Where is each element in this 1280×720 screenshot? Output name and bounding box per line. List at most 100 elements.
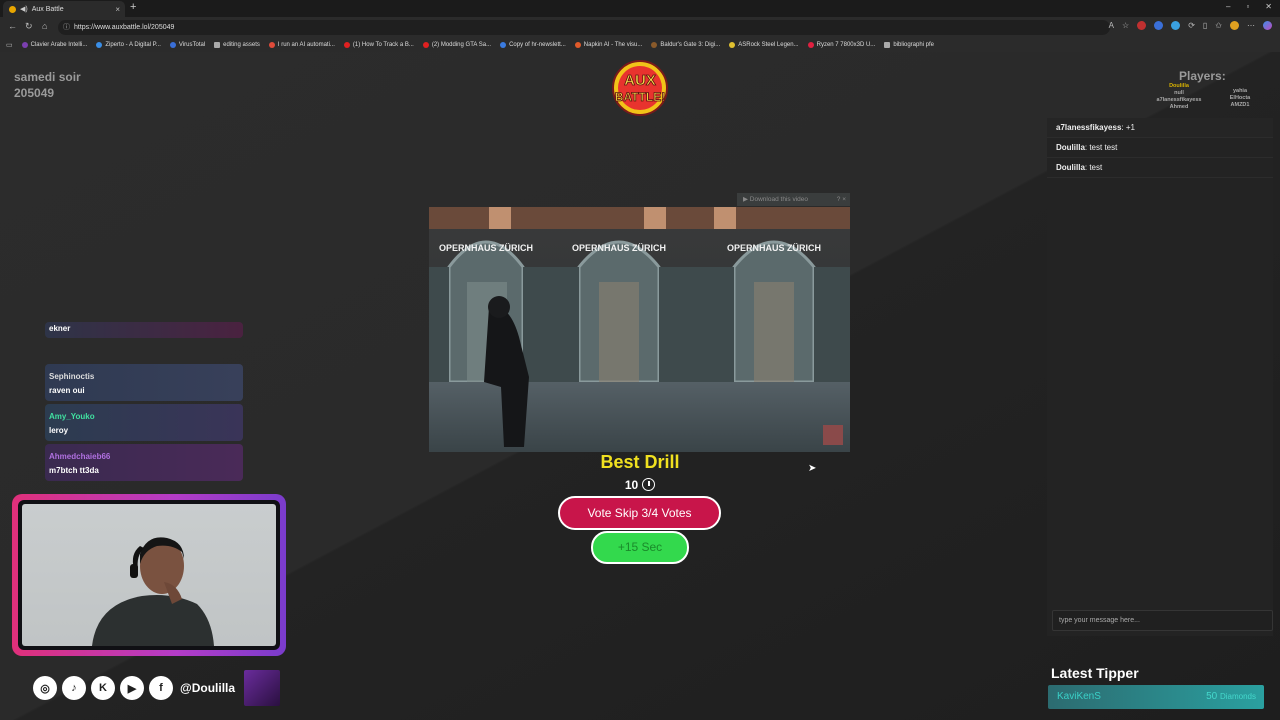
chat-message: Doulilla: test test (1047, 138, 1273, 158)
bookmark-item[interactable]: Ziperto - A Digital P... (96, 42, 161, 48)
browser-tab[interactable]: ◀) Aux Battle × (3, 1, 125, 17)
bookmark-item[interactable]: Clavier Arabe Intelli... (21, 42, 87, 48)
room-code: 205049 (14, 86, 55, 100)
bookmark-item[interactable]: I run an AI automati... (268, 42, 335, 48)
youtube-icon[interactable]: ▶ (120, 676, 144, 700)
bookmark-item[interactable]: VirusTotal (169, 42, 205, 48)
favorites-icon[interactable]: ✩ (1215, 21, 1222, 30)
video-sign-text: OPERNHAUS ZÜRICH (572, 243, 666, 253)
download-video-label[interactable]: ▶ Download this video (743, 196, 808, 203)
video-sign-text: OPERNHAUS ZÜRICH (439, 243, 533, 253)
video-player[interactable]: OPERNHAUS ZÜRICH OPERNHAUS ZÜRICH OPERNH… (429, 207, 850, 452)
site-info-icon[interactable]: ⓘ (63, 20, 70, 35)
new-tab-button[interactable]: + (130, 1, 136, 13)
overlay-chat-text: raven oui (49, 386, 85, 395)
download-bar-close-icon[interactable]: ? × (837, 193, 846, 206)
logo-text-battle: BATTLE! (615, 90, 665, 104)
vote-skip-button[interactable]: Vote Skip 3/4 Votes (558, 496, 721, 530)
player-name: a7lanessfikayess (1156, 97, 1202, 103)
chat-username: a7lanessfikayess (1056, 123, 1122, 132)
tab-close-button[interactable]: × (115, 5, 120, 14)
latest-tipper-title: Latest Tipper (1051, 665, 1139, 681)
window-controls: – ▫ ✕ (1226, 2, 1272, 11)
channel-avatar (244, 670, 281, 706)
copilot-icon[interactable] (1263, 21, 1272, 30)
round-category: Best Drill (600, 452, 680, 472)
site-favicon-icon (9, 5, 16, 13)
speaker-icon[interactable]: ◀) (20, 5, 28, 13)
extension-icon[interactable] (1137, 21, 1147, 30)
chat-text: : +1 (1121, 123, 1135, 132)
player-name: Ahmed (1169, 104, 1189, 110)
player-name: AMZD1 (1230, 102, 1250, 108)
overlay-chat-card: Sephinoctis raven oui (45, 364, 243, 401)
add-time-button[interactable]: +15 Sec (591, 531, 689, 564)
close-window-button[interactable]: ✕ (1265, 2, 1272, 11)
back-arrow-icon[interactable]: ← (8, 21, 17, 31)
read-aloud-icon[interactable]: A (1109, 21, 1114, 30)
favorite-star-icon[interactable]: ☆ (1122, 21, 1129, 30)
chat-message-input[interactable]: type your message here... (1052, 610, 1273, 631)
overlay-chat-text: m7btch tt3da (49, 466, 99, 475)
bookmark-folder[interactable]: bibliographi pfe (884, 42, 934, 48)
browser-tab-bar: ◀) Aux Battle × + – ▫ ✕ (0, 0, 1280, 17)
room-name: samedi soir (14, 70, 81, 84)
bookmark-favicon-icon (169, 42, 176, 48)
tip-amount-unit: Diamonds (1219, 692, 1256, 701)
apps-icon[interactable]: ▭ (6, 41, 13, 49)
stopwatch-icon (642, 478, 656, 491)
toolbar-icons: A ☆ ⟳ ▯ ✩ ⋯ (1109, 21, 1272, 30)
minimize-button[interactable]: – (1226, 2, 1230, 11)
bookmark-favicon-icon (500, 42, 507, 48)
tiktok-icon[interactable]: ♪ (62, 676, 86, 700)
reload-icon[interactable]: ↻ (25, 21, 33, 32)
overlay-chat-user: Amy_Youko (49, 412, 95, 421)
download-video-bar[interactable]: ▶ Download this video ? × (737, 193, 850, 206)
mouse-cursor-icon: ➤ (808, 463, 817, 474)
chat-username: Doulilla (1056, 143, 1085, 152)
folder-icon (214, 42, 221, 48)
video-frame: OPERNHAUS ZÜRICH OPERNHAUS ZÜRICH OPERNH… (429, 207, 850, 452)
home-icon[interactable]: ⌂ (42, 21, 47, 31)
extension-icon[interactable] (1171, 21, 1181, 30)
chat-text: : test (1084, 163, 1103, 172)
overlay-chat-user: Sephinoctis (49, 372, 95, 381)
latest-tipper-card: KaviKenS 50 Diamonds (1048, 685, 1264, 709)
bookmark-item[interactable]: ASRock Steel Legen... (729, 42, 799, 48)
youtube-favicon-icon (807, 42, 814, 48)
chat-message: a7lanessfikayess: +1 (1047, 118, 1273, 138)
chat-text: : test test (1084, 143, 1118, 152)
room-header: samedi soir 205049 (14, 69, 81, 101)
timer-value: 10 (624, 478, 639, 492)
player-name: Doulilla (1169, 83, 1189, 89)
instagram-icon[interactable]: ◎ (33, 676, 57, 700)
social-links: ◎ ♪ K ▶ f @Doulilla (33, 670, 281, 706)
logo-text-aux: AUX (624, 72, 656, 89)
bookmark-item[interactable]: (2) Modding GTA Sa... (422, 42, 491, 48)
players-title: Players: (1179, 69, 1226, 83)
tip-amount-value: 50 (1206, 691, 1218, 702)
youtube-favicon-icon (422, 42, 429, 48)
bookmark-favicon-icon (21, 42, 28, 48)
split-screen-icon[interactable]: ▯ (1203, 21, 1207, 30)
tipper-amount: 50 Diamonds (1206, 685, 1256, 709)
round-timer: 10 (540, 478, 740, 492)
extension-icon[interactable] (1154, 21, 1164, 30)
tab-title: Aux Battle (31, 5, 64, 13)
refresh-extension-icon[interactable]: ⟳ (1188, 21, 1195, 30)
kick-icon[interactable]: K (91, 676, 115, 700)
bookmark-item[interactable]: (1) How To Track a B... (343, 42, 414, 48)
maximize-button[interactable]: ▫ (1246, 2, 1249, 11)
bookmark-item[interactable]: Baldur's Gate 3: Digi... (651, 42, 720, 48)
tipper-name: KaviKenS (1057, 691, 1101, 702)
bookmark-item[interactable]: Napkin AI - The visu... (574, 42, 642, 48)
video-sign-text: OPERNHAUS ZÜRICH (727, 243, 821, 253)
bookmark-folder[interactable]: editing assets (214, 42, 260, 48)
bookmark-favicon-icon (268, 42, 275, 48)
bookmark-item[interactable]: Ryzen 7 7800x3D U... (807, 42, 875, 48)
profile-avatar[interactable] (1230, 21, 1239, 30)
more-menu-icon[interactable]: ⋯ (1247, 21, 1255, 30)
bookmark-item[interactable]: Copy of hr-newslett... (500, 42, 566, 48)
facebook-icon[interactable]: f (149, 676, 173, 700)
address-bar[interactable]: ⓘ https://www.auxbattle.lol/205049 (58, 20, 1110, 35)
